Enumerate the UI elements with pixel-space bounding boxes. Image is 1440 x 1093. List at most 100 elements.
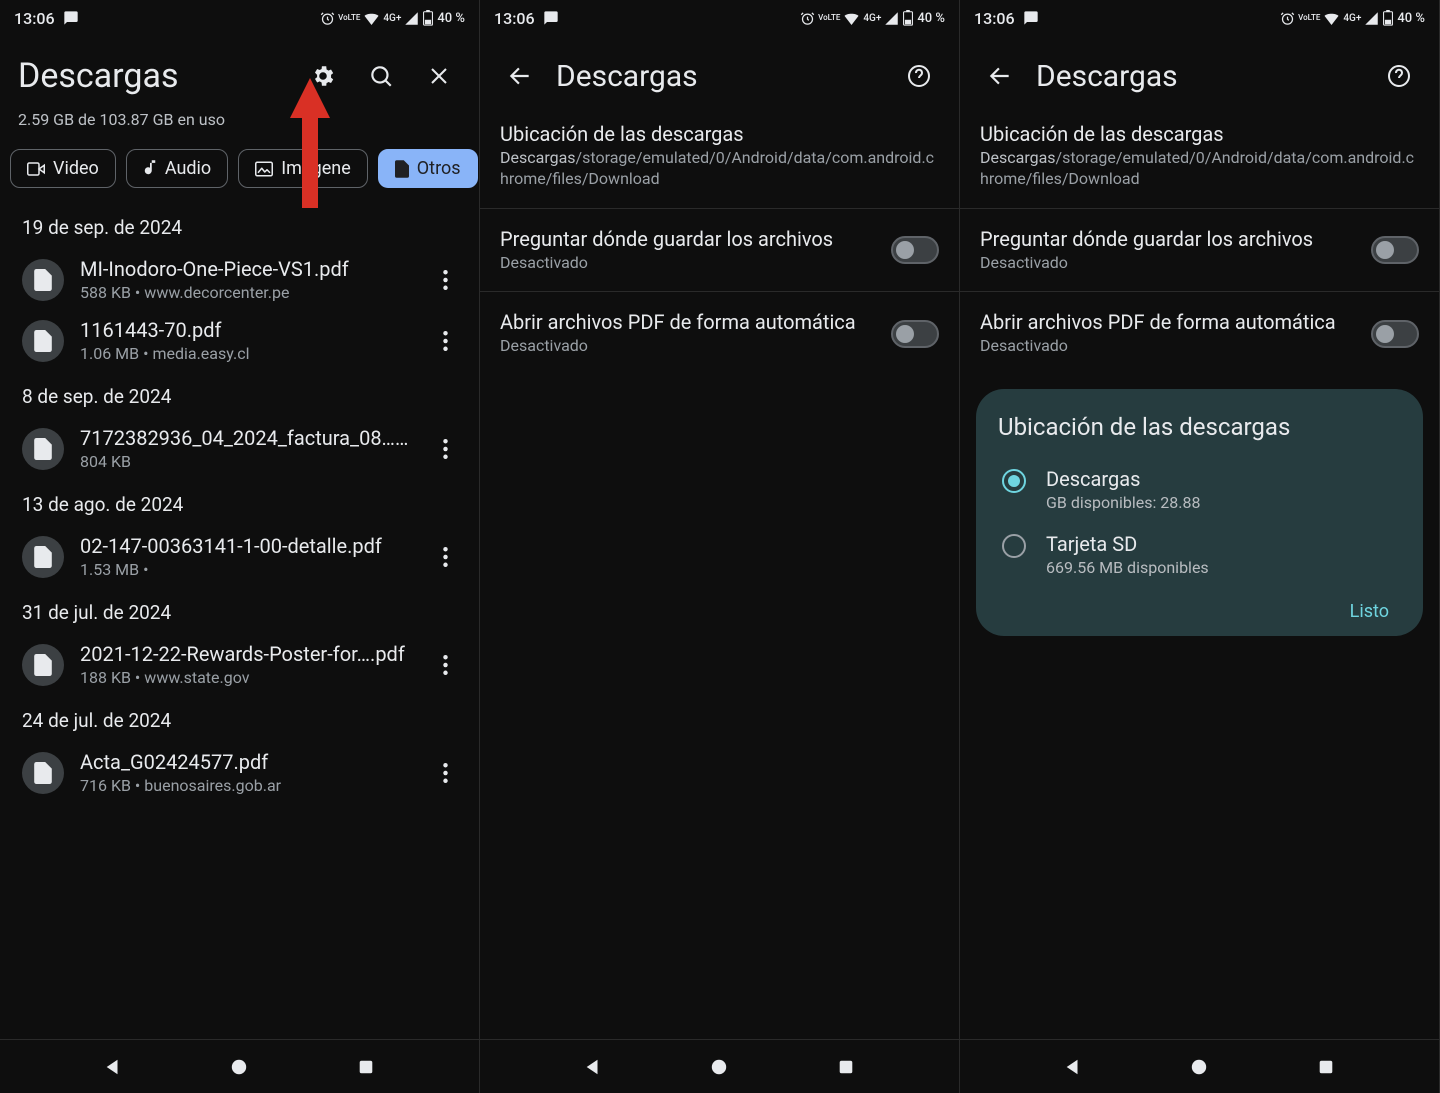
- toggle-ask-where[interactable]: [1371, 236, 1419, 264]
- nav-home-icon[interactable]: [230, 1058, 248, 1076]
- toggle-open-pdf[interactable]: [1371, 320, 1419, 348]
- android-navbar: [480, 1039, 959, 1093]
- setting-open-pdf[interactable]: Abrir archivos PDF de forma automática D…: [960, 292, 1439, 375]
- chip-images[interactable]: Imágene: [238, 149, 368, 188]
- file-more-button[interactable]: [425, 753, 465, 793]
- battery-percent: 40 %: [1397, 11, 1425, 26]
- help-icon: [907, 64, 931, 88]
- more-vert-icon: [443, 439, 448, 459]
- file-row[interactable]: 7172382936_04_2024_factura_08……. 804 KB: [4, 418, 475, 479]
- header: Descargas: [960, 36, 1439, 104]
- chat-icon: [1023, 10, 1039, 26]
- file-list[interactable]: 19 de sep. de 2024 MI-Inodoro-One-Piece-…: [0, 202, 479, 1039]
- battery-icon: [422, 10, 434, 26]
- file-row[interactable]: Acta_G02424577.pdf 716 KB • buenosaires.…: [4, 742, 475, 803]
- back-button[interactable]: [498, 54, 542, 98]
- chip-audio[interactable]: Audio: [126, 149, 228, 188]
- setting-sub: Descargas/storage/emulated/0/Android/dat…: [500, 148, 939, 190]
- status-bar: 13:06 VoLTE 4G+ 40 %: [960, 0, 1439, 36]
- android-navbar: [960, 1039, 1439, 1093]
- nav-home-icon[interactable]: [710, 1058, 728, 1076]
- file-row[interactable]: 1161443-70.pdf 1.06 MB • media.easy.cl: [4, 310, 475, 371]
- signal-icon: [404, 11, 419, 26]
- nav-back-icon[interactable]: [584, 1058, 602, 1076]
- alarm-icon: [320, 11, 335, 26]
- radio-option-descargas[interactable]: Descargas GB disponibles: 28.88: [998, 457, 1401, 522]
- page-title: Descargas: [18, 56, 287, 96]
- chip-otros[interactable]: Otros: [378, 149, 478, 188]
- setting-download-location[interactable]: Ubicación de las descargas Descargas/sto…: [960, 104, 1439, 209]
- nav-home-icon[interactable]: [1190, 1058, 1208, 1076]
- file-more-button[interactable]: [425, 321, 465, 361]
- file-row[interactable]: 2021-12-22-Rewards-Poster-for….pdf 188 K…: [4, 634, 475, 695]
- file-meta: 1.53 MB •: [80, 560, 409, 579]
- help-button[interactable]: [1377, 54, 1421, 98]
- status-time: 13:06: [14, 9, 55, 28]
- setting-ask-where[interactable]: Preguntar dónde guardar los archivos Des…: [960, 209, 1439, 293]
- radio-label: Tarjeta SD: [1046, 532, 1209, 556]
- file-row[interactable]: 02-147-00363141-1-00-detalle.pdf 1.53 MB…: [4, 526, 475, 587]
- help-button[interactable]: [897, 54, 941, 98]
- signal-icon: [1364, 11, 1379, 26]
- image-icon: [255, 161, 273, 177]
- setting-download-location[interactable]: Ubicación de las descargas Descargas/sto…: [480, 104, 959, 209]
- page-title: Descargas: [1036, 59, 1363, 94]
- nav-recent-icon[interactable]: [357, 1058, 375, 1076]
- nav-recent-icon[interactable]: [1317, 1058, 1335, 1076]
- storage-usage: 2.59 GB de 103.87 GB en uso: [0, 104, 479, 145]
- page-title: Descargas: [556, 59, 883, 94]
- radio-button[interactable]: [1002, 469, 1026, 493]
- android-navbar: [0, 1039, 479, 1093]
- file-icon: [34, 438, 52, 460]
- alarm-icon: [800, 11, 815, 26]
- help-icon: [1387, 64, 1411, 88]
- search-button[interactable]: [359, 54, 403, 98]
- toggle-open-pdf[interactable]: [891, 320, 939, 348]
- radio-label: Descargas: [1046, 467, 1201, 491]
- battery-percent: 40 %: [437, 11, 465, 26]
- back-button[interactable]: [978, 54, 1022, 98]
- network-type: 4G+: [863, 13, 881, 24]
- file-icon: [395, 160, 409, 178]
- file-more-button[interactable]: [425, 260, 465, 300]
- toggle-ask-where[interactable]: [891, 236, 939, 264]
- signal-icon: [884, 11, 899, 26]
- file-more-button[interactable]: [425, 429, 465, 469]
- network-type: 4G+: [1343, 13, 1361, 24]
- file-meta: 188 KB • www.state.gov: [80, 668, 409, 687]
- setting-open-pdf[interactable]: Abrir archivos PDF de forma automática D…: [480, 292, 959, 375]
- file-row[interactable]: MI-Inodoro-One-Piece-VS1.pdf 588 KB • ww…: [4, 249, 475, 310]
- chat-icon: [543, 10, 559, 26]
- close-button[interactable]: [417, 54, 461, 98]
- nav-back-icon[interactable]: [104, 1058, 122, 1076]
- radio-option-sd[interactable]: Tarjeta SD 669.56 MB disponibles: [998, 522, 1401, 587]
- volte-indicator: VoLTE: [818, 14, 840, 22]
- radio-button[interactable]: [1002, 534, 1026, 558]
- close-icon: [427, 64, 451, 88]
- setting-ask-where[interactable]: Preguntar dónde guardar los archivos Des…: [480, 209, 959, 293]
- file-icon: [34, 546, 52, 568]
- setting-title: Abrir archivos PDF de forma automática: [500, 310, 877, 334]
- settings-button[interactable]: [301, 54, 345, 98]
- file-type-icon: [22, 752, 64, 794]
- nav-recent-icon[interactable]: [837, 1058, 855, 1076]
- file-type-icon: [22, 320, 64, 362]
- wifi-icon: [843, 11, 860, 25]
- file-more-button[interactable]: [425, 537, 465, 577]
- dialog-done-button[interactable]: Listo: [1338, 593, 1401, 630]
- file-type-icon: [22, 259, 64, 301]
- setting-title: Preguntar dónde guardar los archivos: [980, 227, 1357, 251]
- more-vert-icon: [443, 270, 448, 290]
- battery-icon: [902, 10, 914, 26]
- file-icon: [34, 762, 52, 784]
- gear-icon: [310, 63, 336, 89]
- file-type-icon: [22, 428, 64, 470]
- setting-title: Ubicación de las descargas: [500, 122, 939, 146]
- file-name: MI-Inodoro-One-Piece-VS1.pdf: [80, 257, 409, 281]
- chip-video[interactable]: Video: [10, 149, 116, 188]
- file-type-icon: [22, 536, 64, 578]
- more-vert-icon: [443, 655, 448, 675]
- file-more-button[interactable]: [425, 645, 465, 685]
- setting-title: Preguntar dónde guardar los archivos: [500, 227, 877, 251]
- nav-back-icon[interactable]: [1064, 1058, 1082, 1076]
